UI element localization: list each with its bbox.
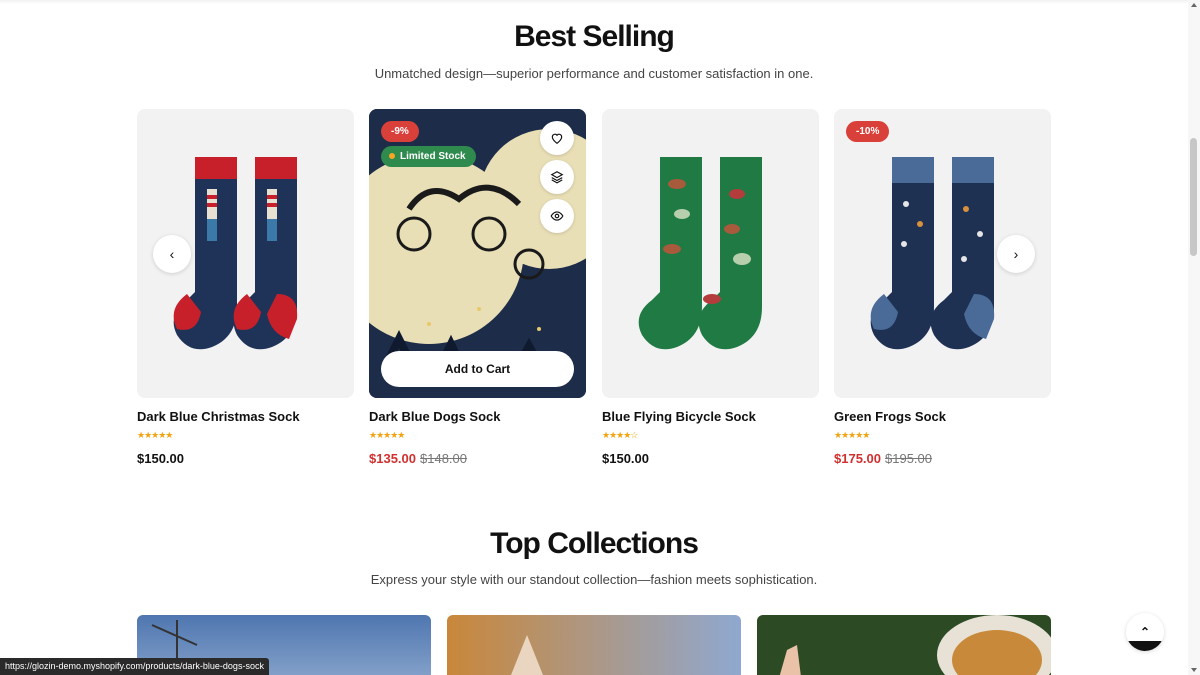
price-row: $135.00 $148.00 [369,451,467,466]
sale-price: $135.00 [369,451,416,466]
limited-stock-badge: Limited Stock [381,146,476,167]
scroll-up-arrow-icon[interactable] [1191,3,1197,7]
add-to-cart-button[interactable]: Add to Cart [381,351,574,387]
collection-card[interactable] [757,615,1051,675]
scrollbar-thumb[interactable] [1190,138,1197,256]
carousel-prev-button[interactable]: ‹ [153,235,191,273]
eye-icon [550,211,564,221]
price: $150.00 [602,451,649,466]
star-rating: ★★★★★ [137,430,173,440]
stock-dot-icon [389,153,395,159]
product-name[interactable]: Dark Blue Dogs Sock [369,409,501,424]
product-name[interactable]: Blue Flying Bicycle Sock [602,409,756,424]
double-chevron-up-icon: ⌃ [1139,625,1151,639]
compare-button[interactable] [540,160,574,194]
best-selling-title: Best Selling [514,20,675,53]
original-price: $148.00 [420,451,467,466]
layers-icon [550,171,564,184]
original-price: $195.00 [885,451,932,466]
price: $150.00 [137,451,184,466]
scroll-down-arrow-icon[interactable] [1191,668,1197,672]
top-shadow [0,0,1188,4]
status-url-bar: https://glozin-demo.myshopify.com/produc… [0,658,269,675]
price-row: $175.00 $195.00 [834,451,932,466]
top-collections-subtitle: Express your style with our standout col… [370,572,818,587]
carousel-next-button[interactable]: › [997,235,1035,273]
heart-icon [551,133,563,144]
scroll-progress-ring [1126,641,1164,651]
quick-view-button[interactable] [540,199,574,233]
sale-price: $175.00 [834,451,881,466]
product-name[interactable]: Green Frogs Sock [834,409,946,424]
top-collections-title: Top Collections [490,527,699,560]
collection-image [511,635,543,675]
sale-badge: -9% [381,121,419,142]
collection-image [779,615,1051,675]
star-rating: ★★★★★ [834,430,870,440]
best-selling-subtitle: Unmatched design—superior performance an… [374,66,814,81]
product-card[interactable]: Blue Flying Bicycle Sock ★★★★☆ $150.00 [602,109,819,466]
sock-illustration [638,157,762,350]
product-image[interactable]: -9% Limited Stock Add to Cart [369,109,586,398]
stock-label: Limited Stock [400,151,466,162]
price-row: $150.00 [137,451,184,466]
star-rating: ★★★★☆ [602,430,638,440]
product-image[interactable] [602,109,819,398]
chevron-left-icon: ‹ [169,246,175,262]
sale-badge: -10% [846,121,890,142]
vertical-scrollbar[interactable] [1188,0,1200,675]
product-name[interactable]: Dark Blue Christmas Sock [137,409,300,424]
wishlist-button[interactable] [540,121,574,155]
star-rating: ★★★★★ [369,430,405,440]
price-row: $150.00 [602,451,649,466]
product-card[interactable]: -9% Limited Stock Add to Cart Dark Blue … [369,109,586,466]
chevron-right-icon: › [1013,246,1019,262]
scroll-to-top-button[interactable]: ⌃ [1126,613,1164,651]
collection-card[interactable] [447,615,741,675]
